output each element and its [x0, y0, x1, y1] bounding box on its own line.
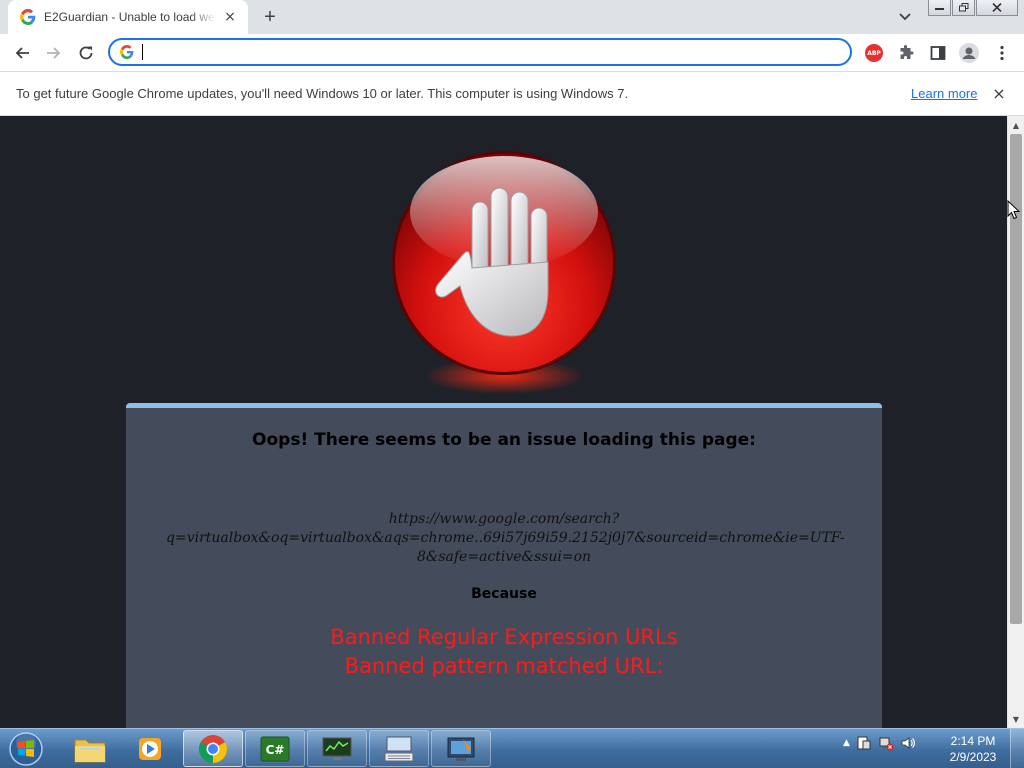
- error-heading: Oops! There seems to be an issue loading…: [252, 430, 756, 450]
- blocked-url-line-3: 8&safe=active&ssui=on: [416, 549, 592, 565]
- taskbar-media-player[interactable]: [120, 730, 180, 767]
- browser-tab[interactable]: E2Guardian - Unable to load web page ×: [8, 0, 248, 34]
- blocked-page: Oops! There seems to be an issue loading…: [0, 116, 1007, 728]
- kebab-menu-icon: [1000, 45, 1004, 61]
- clock-date: 2/9/2023: [949, 750, 997, 764]
- browser-toolbar: ABP: [0, 34, 1024, 71]
- window-controls: [928, 0, 1018, 16]
- puzzle-icon: [900, 45, 914, 59]
- back-button[interactable]: [8, 39, 36, 67]
- start-button[interactable]: [5, 731, 47, 767]
- system-tray: ▲: [843, 735, 916, 751]
- window-close-button[interactable]: [976, 0, 1018, 16]
- taskbar-remote-app[interactable]: [369, 730, 429, 767]
- show-desktop-button[interactable]: [1010, 729, 1024, 768]
- windows-taskbar: C# ▲ 2:14 PM 2/9/2023: [0, 728, 1024, 768]
- forward-button[interactable]: [40, 39, 68, 67]
- address-input[interactable]: [151, 44, 850, 60]
- side-panel-icon: [930, 46, 946, 60]
- monitor-icon: [322, 737, 352, 760]
- show-hidden-icons-icon[interactable]: ▲: [843, 738, 850, 748]
- block-reason: Banned Regular Expression URLs Banned pa…: [126, 623, 882, 681]
- network-icon[interactable]: [878, 735, 894, 751]
- taskbar-csharp-app[interactable]: C#: [245, 730, 305, 767]
- blocked-url: https://www.google.com/search? q=virtual…: [166, 510, 845, 567]
- profile-button[interactable]: [958, 42, 980, 64]
- infobar-close-icon[interactable]: ×: [990, 84, 1008, 103]
- google-favicon-icon: [20, 9, 36, 25]
- back-arrow-icon: [15, 47, 29, 59]
- folder-icon: [74, 739, 106, 762]
- text-caret: [142, 44, 143, 60]
- media-player-icon: [139, 737, 161, 760]
- reload-icon: [79, 46, 93, 60]
- block-reason-line-1: Banned Regular Expression URLs: [330, 625, 678, 649]
- volume-icon[interactable]: [900, 735, 916, 751]
- blocked-url-line-1: https://www.google.com/search?: [388, 511, 620, 527]
- infobar-message: To get future Google Chrome updates, you…: [16, 86, 629, 101]
- reload-button[interactable]: [72, 39, 100, 67]
- close-icon: [992, 3, 1002, 12]
- block-reason-line-2: Banned pattern matched URL:: [344, 654, 664, 678]
- chrome-icon: [199, 734, 227, 763]
- error-card: Oops! There seems to be an issue loading…: [126, 403, 882, 728]
- new-tab-button[interactable]: +: [258, 5, 282, 29]
- taskbar-vm-app[interactable]: [431, 730, 491, 767]
- action-center-icon[interactable]: [856, 735, 872, 751]
- abp-icon: ABP: [865, 44, 883, 62]
- scroll-up-icon[interactable]: ▲: [1008, 117, 1024, 133]
- svg-text:C#: C#: [266, 743, 285, 757]
- adblock-plus-extension[interactable]: ABP: [863, 42, 885, 64]
- tab-title: E2Guardian - Unable to load web page: [44, 10, 216, 24]
- windows-logo-icon: [9, 732, 43, 766]
- minimize-button[interactable]: [928, 0, 951, 16]
- clock-time: 2:14 PM: [950, 734, 996, 748]
- screen-tool-icon: [447, 737, 475, 761]
- tab-strip: E2Guardian - Unable to load web page × +: [0, 0, 1024, 34]
- avatar-icon: [959, 43, 979, 63]
- extensions-button[interactable]: [895, 42, 917, 64]
- because-label: Because: [471, 586, 537, 602]
- tab-search-icon[interactable]: [894, 6, 916, 28]
- update-infobar: To get future Google Chrome updates, you…: [0, 71, 1024, 116]
- taskbar-explorer[interactable]: [60, 730, 120, 767]
- restore-button[interactable]: [952, 0, 975, 16]
- blocked-url-line-2: q=virtualbox&oq=virtualbox&aqs=chrome..6…: [166, 530, 845, 546]
- learn-more-link[interactable]: Learn more: [911, 86, 977, 101]
- tab-close-icon[interactable]: ×: [222, 9, 238, 25]
- mouse-cursor-icon: [1007, 200, 1021, 220]
- scroll-down-icon[interactable]: ▼: [1008, 711, 1024, 727]
- csharp-icon: C#: [260, 736, 290, 761]
- stop-hand-icon: [392, 151, 616, 394]
- taskbar-clock[interactable]: 2:14 PM 2/9/2023: [942, 733, 1004, 765]
- taskbar-chrome[interactable]: [183, 730, 243, 767]
- restore-icon: [958, 3, 968, 12]
- forward-arrow-icon: [47, 47, 61, 59]
- minimize-icon: [935, 7, 944, 10]
- address-bar[interactable]: [108, 38, 852, 66]
- keyboard-monitor-icon: [384, 736, 414, 761]
- chrome-menu-button[interactable]: [991, 42, 1013, 64]
- side-panel-button[interactable]: [927, 42, 949, 64]
- google-icon: [120, 45, 134, 59]
- taskbar-monitor-app[interactable]: [307, 730, 367, 767]
